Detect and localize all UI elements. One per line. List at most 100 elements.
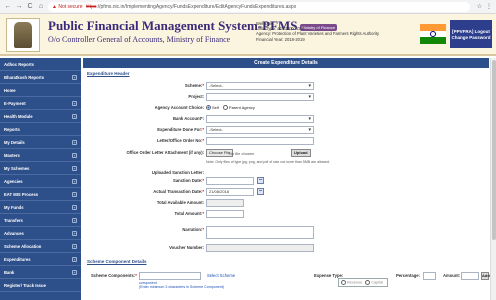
expand-icon[interactable]: + <box>72 74 77 80</box>
sidebar-item-register-track-issue[interactable]: Register/ Track Issue <box>0 279 81 292</box>
component-hint: component (Enter minimum 3 characters in … <box>139 281 224 290</box>
expand-icon[interactable]: + <box>72 230 77 236</box>
sidebar-item-label: Health Module <box>4 113 33 119</box>
sidebar-item-my-details[interactable]: My Details + <box>0 136 81 149</box>
radio-parent-agency[interactable]: Parent Agency <box>222 105 255 111</box>
main-content: Create Expenditure Details Expenditure H… <box>83 58 490 300</box>
logout-panel[interactable]: [PPVFRA] Logout Change Password <box>450 20 492 48</box>
radio-revenue-icon[interactable] <box>341 280 346 285</box>
amount-label: Amount: <box>443 273 461 278</box>
agency-account-choice-label: Agency Account Choice: <box>154 105 204 110</box>
scrollbar-thumb[interactable] <box>492 60 496 240</box>
sidebar-item-label: My Schemes <box>4 165 30 171</box>
sidebar-item-health-module[interactable]: Health Module + <box>0 110 81 123</box>
upload-hint: Note: Only files of type jpg, png, and p… <box>206 160 330 164</box>
sidebar-item-home[interactable]: Home <box>0 84 81 97</box>
sidebar-item-bharatkosh-reports[interactable]: Bharatkosh Reports + <box>0 71 81 84</box>
expand-icon[interactable]: + <box>72 243 77 249</box>
sidebar-item-transfers[interactable]: Transfers + <box>0 214 81 227</box>
radio-capital-icon[interactable] <box>365 280 371 285</box>
expense-type-radios: Revenue Capital <box>338 278 388 287</box>
scheme-components-input[interactable] <box>139 272 201 280</box>
forward-icon[interactable]: → <box>15 3 23 11</box>
sidebar-item-my-funds[interactable]: My Funds + <box>0 201 81 214</box>
narration-textarea[interactable] <box>206 226 314 239</box>
sidebar-item-bank[interactable]: Bank + <box>0 266 81 279</box>
sidebar-item-advances[interactable]: Advances + <box>0 227 81 240</box>
scheme-components-label: Scheme Components:* <box>91 273 137 278</box>
expand-icon[interactable]: + <box>72 100 77 106</box>
sidebar-item-adhoc-reports[interactable]: Adhoc Reports <box>0 58 81 71</box>
percentage-input[interactable] <box>423 272 436 280</box>
project-select[interactable] <box>206 93 314 101</box>
sidebar-item-label: Adhoc Reports <box>4 61 35 67</box>
back-icon[interactable]: ← <box>4 3 12 11</box>
expand-icon[interactable]: + <box>72 204 77 210</box>
expand-icon[interactable]: + <box>72 139 77 145</box>
sanction-date-calendar-icon[interactable] <box>257 177 264 184</box>
expand-icon[interactable]: + <box>72 165 77 171</box>
bookmark-star-icon[interactable]: ☆ <box>477 3 482 10</box>
section-scheme-component-details: Scheme Component Details <box>87 259 147 264</box>
radio-parent-icon[interactable] <box>222 105 228 111</box>
expand-icon[interactable]: + <box>72 191 77 197</box>
radio-self[interactable]: Self <box>206 105 219 111</box>
radio-revenue[interactable]: Revenue <box>341 280 362 285</box>
sidebar-item-e-payment[interactable]: E-Payment + <box>0 97 81 110</box>
total-amount-input[interactable] <box>206 210 244 218</box>
sidebar-item-masters[interactable]: Masters + <box>0 149 81 162</box>
sidebar-item-label: Reports <box>4 126 20 132</box>
url-text[interactable]: https://pfms.nic.in/ImplementingAgency/F… <box>86 4 297 10</box>
address-bar[interactable]: ▲ Not secure https://pfms.nic.in/Impleme… <box>48 1 470 12</box>
home-icon[interactable]: ⌂ <box>37 3 45 11</box>
transaction-date-calendar-icon[interactable] <box>257 188 264 195</box>
sidebar-item-label: Bharatkosh Reports <box>4 74 45 80</box>
sidebar-item-label: Transfers <box>4 217 23 223</box>
scheme-select[interactable]: -Select- <box>206 82 314 90</box>
user-info: Welcome: User Type: AGENCYADM Agency: Pr… <box>256 21 380 42</box>
page-title: Create Expenditure Details <box>83 58 489 68</box>
letter-office-order-input[interactable] <box>206 137 314 145</box>
logout-link[interactable]: [PPVFRA] Logout <box>450 29 492 35</box>
sidebar-item-expenditures[interactable]: Expenditures + <box>0 253 81 266</box>
percentage-label: Percentage: <box>396 273 420 278</box>
radio-self-icon[interactable] <box>206 105 211 111</box>
bank-account-select[interactable] <box>206 115 314 123</box>
sidebar-item-scheme-allocation[interactable]: Scheme Allocation + <box>0 240 81 253</box>
sidebar-item-agencies[interactable]: Agencies + <box>0 175 81 188</box>
uploaded-sanction-letter-label: Uploaded Sanction Letter: <box>151 170 204 175</box>
sidebar-item-label: EAT MIS Process <box>4 191 39 197</box>
reload-icon[interactable]: C <box>26 3 34 11</box>
sidebar-menu: Adhoc Reports Bharatkosh Reports + Home E-Pa… <box>0 58 81 300</box>
expand-icon[interactable]: + <box>72 256 77 262</box>
actual-transaction-date-input[interactable]: 21/08/2018 <box>206 188 254 196</box>
expand-icon[interactable]: + <box>72 178 77 184</box>
sidebar-item-label: Home <box>4 87 16 93</box>
expenditure-done-for-select[interactable]: -Select- <box>206 126 314 134</box>
sidebar-item-my-schemes[interactable]: My Schemes + <box>0 162 81 175</box>
site-header: Public Financial Management System-PFMS M… <box>0 14 496 56</box>
page-scrollbar[interactable] <box>490 58 496 300</box>
sidebar-item-label: My Funds <box>4 204 24 210</box>
scheme-label: Scheme:* <box>184 83 204 88</box>
change-password-link[interactable]: Change Password <box>450 35 492 41</box>
sidebar-item-reports[interactable]: Reports <box>0 123 81 136</box>
not-secure-indicator[interactable]: ▲ Not secure <box>52 4 83 10</box>
sidebar-item-eat-mis-process[interactable]: EAT MIS Process + <box>0 188 81 201</box>
sidebar-item-label: Agencies <box>4 178 23 184</box>
expand-icon[interactable]: + <box>72 113 77 119</box>
sidebar-item-label: Masters <box>4 152 20 158</box>
expand-icon[interactable]: + <box>72 269 77 275</box>
add-button[interactable]: Add <box>481 272 490 280</box>
upload-button[interactable]: Upload <box>291 149 311 157</box>
expand-icon[interactable]: + <box>72 152 77 158</box>
upload-label: Office Order Letter Attachment (if any): <box>126 150 204 155</box>
browser-menu-icon[interactable]: ⋮ <box>486 3 492 10</box>
select-scheme-link[interactable]: Select Scheme <box>207 273 235 278</box>
sanction-date-input[interactable] <box>206 177 254 185</box>
expand-icon[interactable]: + <box>72 217 77 223</box>
sidebar-item-label: My Details <box>4 139 25 145</box>
radio-capital[interactable]: Capital <box>365 280 383 285</box>
scheme-component-row: Scheme Components:* Select Scheme compon… <box>83 271 490 295</box>
amount-input[interactable] <box>461 272 479 280</box>
